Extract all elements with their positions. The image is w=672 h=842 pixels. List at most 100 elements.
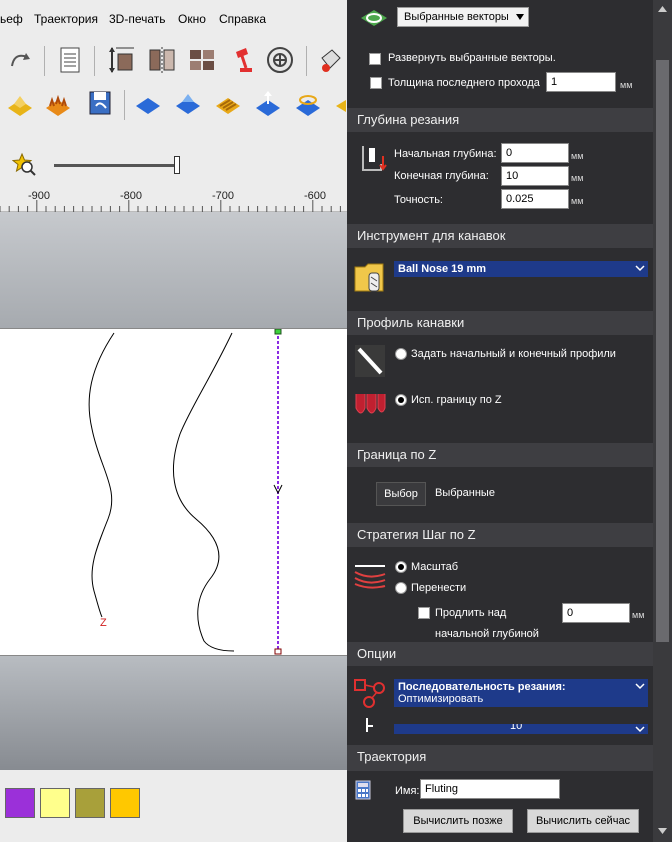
spin-relief-icon[interactable] (292, 88, 324, 120)
color-swatch[interactable] (110, 788, 140, 818)
ruler-label: -700 (212, 190, 235, 202)
cut-order-icon (354, 679, 385, 708)
select-boundary-button[interactable]: Выбор (376, 482, 426, 506)
color-swatch[interactable] (5, 788, 35, 818)
expand-selected-label: Развернуть выбранные векторы. (388, 52, 556, 64)
document-icon[interactable] (54, 44, 86, 76)
viewport-background-bottom (0, 656, 347, 770)
radio-scale[interactable] (395, 561, 407, 573)
panel-scrollbar[interactable] (653, 0, 672, 842)
toolbar-separator (94, 46, 95, 76)
cut-order-value: Оптимизировать (398, 693, 484, 705)
radio-start-end-profile[interactable] (395, 348, 407, 360)
start-end-profile-label: Задать начальный и конечный профили (411, 348, 616, 360)
last-pass-label: Толщина последнего прохода (388, 77, 540, 89)
chevron-down-icon (635, 265, 645, 272)
partial-dropdown[interactable]: 10 (394, 724, 648, 734)
calculate-now-button[interactable]: Вычислить сейчас (527, 809, 639, 833)
vector-curve-right (173, 332, 235, 652)
toolbar-separator (306, 46, 307, 76)
section-z-boundary: Граница по Z (347, 443, 653, 467)
scale-label: Масштаб (411, 561, 459, 573)
raise-relief-icon[interactable] (252, 88, 284, 120)
toolbar-view (0, 126, 347, 184)
select-boundary-button-label: Выбор (384, 488, 418, 500)
vector-node-top (274, 329, 282, 335)
flat-relief-blue-icon[interactable] (132, 88, 164, 120)
radio-move[interactable] (395, 582, 407, 594)
lamp-icon[interactable] (228, 44, 260, 76)
toolbar-modeling (0, 82, 347, 126)
menu-relief[interactable]: ьеф (0, 12, 23, 26)
selection-dropdown-value: Выбранные векторы (404, 11, 509, 23)
cut-depth-icon (362, 146, 387, 171)
tool-dropdown[interactable]: Ball Nose 19 mm (394, 261, 648, 277)
tool-folder-icon[interactable] (353, 259, 387, 295)
last-pass-input[interactable] (546, 72, 616, 92)
star-zoom-icon[interactable] (12, 152, 36, 176)
toolbar-separator (124, 90, 125, 120)
tolerance-input[interactable] (501, 189, 569, 209)
compass-icon[interactable] (264, 44, 296, 76)
partial-dropdown-value: 10 (510, 724, 523, 732)
section-toolpath: Траектория (347, 745, 653, 771)
save-model-icon[interactable] (84, 88, 116, 120)
toolpath-name-input[interactable] (420, 779, 560, 799)
start-end-profile-icon (355, 345, 385, 377)
color-swatch[interactable] (75, 788, 105, 818)
fluting-toolpath-panel: Выбранные векторы Развернуть выбранные в… (347, 0, 672, 842)
vector-drawing[interactable] (0, 329, 347, 657)
tilt-relief-icon[interactable] (172, 88, 204, 120)
unit-label: мм (571, 196, 584, 206)
calculate-now-label: Вычислить сейчас (535, 815, 631, 827)
tile-icon[interactable] (186, 44, 218, 76)
ruler-label: -600 (304, 190, 327, 202)
chevron-down-icon (516, 14, 524, 20)
zoom-slider-track[interactable] (54, 164, 178, 167)
calculate-later-label: Вычислить позже (413, 815, 503, 827)
toolbar-separator (44, 46, 45, 76)
section-fluting-tool: Инструмент для канавок (347, 224, 653, 248)
section-z-step-strategy: Стратегия Шаг по Z (347, 523, 653, 547)
scroll-thumb[interactable] (656, 60, 669, 642)
flutes-gold-icon[interactable] (212, 88, 244, 120)
section-options: Опции (347, 642, 653, 666)
end-depth-input[interactable] (501, 166, 569, 186)
scroll-down-icon[interactable] (657, 826, 668, 836)
relief-gold-icon[interactable] (4, 88, 36, 120)
calculate-later-button[interactable]: Вычислить позже (403, 809, 513, 833)
ruler-label: -900 (28, 190, 51, 202)
z-step-strategy-icon (354, 565, 386, 589)
end-depth-label: Конечная глубина: (394, 170, 489, 182)
expand-selected-checkbox[interactable] (369, 53, 381, 65)
menu-window[interactable]: Окно (178, 12, 206, 26)
redo-icon[interactable] (6, 44, 38, 76)
scroll-up-icon[interactable] (657, 4, 668, 14)
color-swatch[interactable] (40, 788, 70, 818)
tolerance-label: Точность: (394, 194, 443, 206)
paint-bucket-icon[interactable] (314, 44, 346, 76)
section-cut-depth: Глубина резания (347, 108, 653, 132)
start-depth-input[interactable] (501, 143, 569, 163)
menu-help[interactable]: Справка (219, 12, 266, 26)
ruler-label: -800 (120, 190, 143, 202)
radio-z-boundary[interactable] (395, 394, 407, 406)
z-boundary-profile-icon (355, 394, 386, 414)
selection-dropdown[interactable]: Выбранные векторы (397, 7, 529, 27)
color-palette (0, 770, 347, 842)
drawing-canvas[interactable]: Z (0, 328, 347, 656)
extend-above-input[interactable] (562, 603, 630, 623)
mirror-icon[interactable] (146, 44, 178, 76)
tool-name: Ball Nose 19 mm (398, 263, 487, 275)
zoom-slider-handle[interactable] (174, 156, 180, 174)
last-pass-checkbox[interactable] (370, 77, 382, 89)
extend-above-checkbox[interactable] (418, 607, 430, 619)
menu-toolpath[interactable]: Траектория (34, 12, 98, 26)
menu-3d-print[interactable]: 3D-печать (109, 12, 166, 26)
cut-order-dropdown[interactable]: Последовательность резания: Оптимизирова… (394, 679, 648, 707)
unit-label: мм (620, 80, 633, 90)
scale-height-icon[interactable] (106, 44, 138, 76)
partial-option-icon (366, 718, 373, 732)
texture-orange-icon[interactable] (42, 88, 74, 120)
z-boundary-option-label: Исп. границу по Z (411, 394, 502, 406)
